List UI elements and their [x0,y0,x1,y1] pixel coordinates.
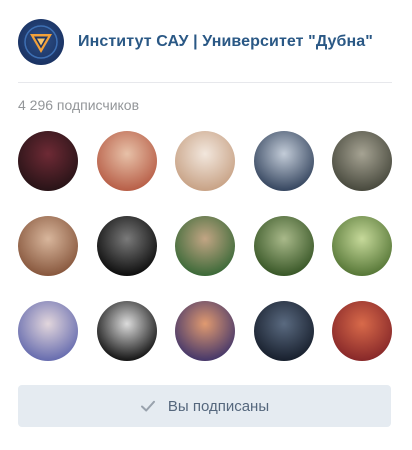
subscriber-avatar[interactable] [97,131,157,191]
divider [18,82,392,83]
subscriber-avatar[interactable] [97,301,157,361]
subscriber-avatar[interactable] [175,301,235,361]
subscriber-avatar[interactable] [175,216,235,276]
subscribers-count-link[interactable]: 4 296 подписчиков [18,97,139,113]
subscriber-avatar[interactable] [18,301,78,361]
subscriber-avatar[interactable] [175,131,235,191]
subscriber-avatar[interactable] [332,216,392,276]
subscriber-avatar[interactable] [332,131,392,191]
subscriber-avatar[interactable] [332,301,392,361]
subscriber-avatar[interactable] [97,216,157,276]
subscribed-button-label: Вы подписаны [167,397,270,415]
subscriber-avatar[interactable] [254,131,314,191]
subscriber-avatar[interactable] [254,216,314,276]
triangle-emblem-icon [24,25,58,59]
community-header[interactable]: Институт САУ | Университет "Дубна" [18,18,392,66]
community-name-link[interactable]: Институт САУ | Университет "Дубна" [78,33,373,51]
subscriber-avatar[interactable] [254,301,314,361]
community-widget: Институт САУ | Университет "Дубна" 4 296… [0,0,412,450]
subscribed-button[interactable]: Вы подписаны [18,385,391,427]
subscriber-avatar[interactable] [18,131,78,191]
subscriber-avatar[interactable] [18,216,78,276]
check-icon [140,400,155,412]
community-logo[interactable] [18,19,64,65]
